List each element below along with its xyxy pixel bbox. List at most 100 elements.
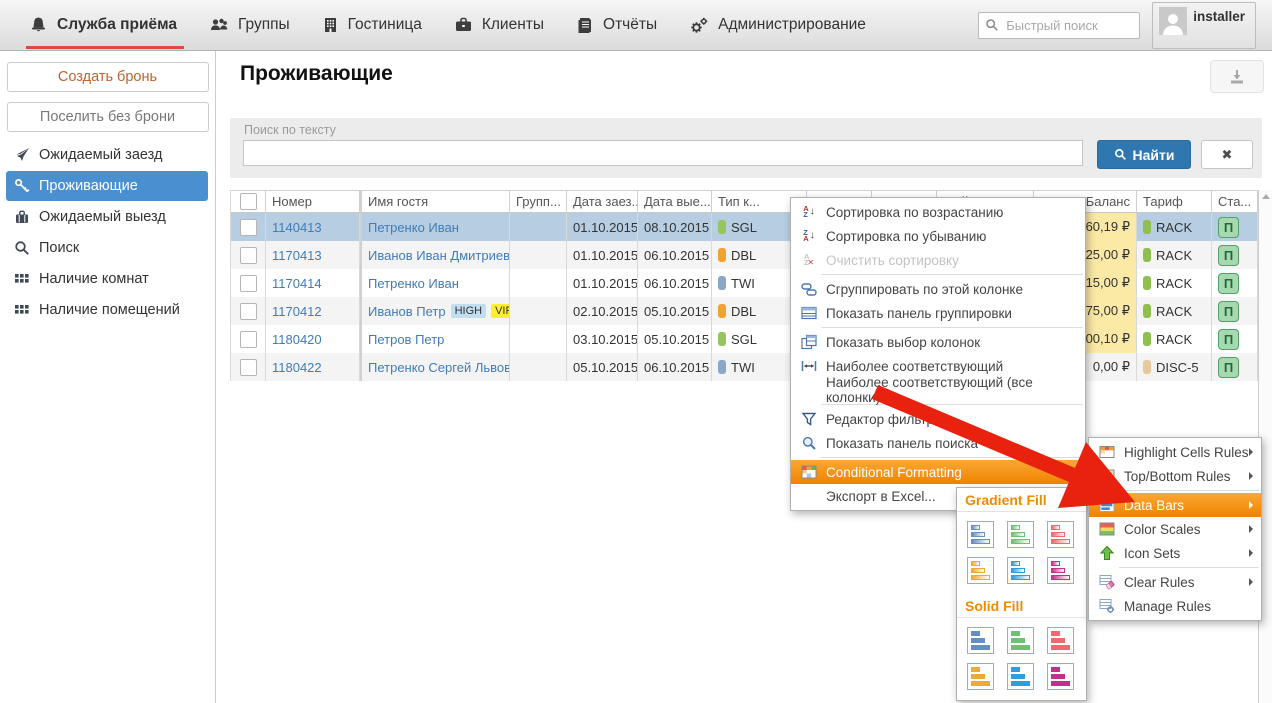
gradient-bar-lightblue-tile[interactable] [1007,557,1034,584]
sidebar-item-premises-availability[interactable]: Наличие помещений [6,295,208,325]
menu-item-show-group-panel[interactable]: Показать панель группировки [791,301,1085,325]
checkbox[interactable] [240,303,257,320]
sidebar-item-expected-departure[interactable]: Ожидаемый выезд [6,202,208,232]
submenu-item-color-scales[interactable]: Color Scales [1089,517,1261,541]
column-header-group[interactable]: Групп... [510,191,567,213]
create-booking-button[interactable]: Создать бронь [7,62,209,92]
solid-bar-blue2-tile[interactable] [1007,663,1034,690]
solid-bar-green-tile[interactable] [1007,627,1034,654]
gradient-bar-green-tile[interactable] [1007,521,1034,548]
user-menu-button[interactable]: installer [1152,2,1256,49]
sidebar-item-search[interactable]: Поиск [6,233,208,263]
submenu-item-clear-rules[interactable]: Clear Rules [1089,570,1261,594]
checkbox[interactable] [240,247,257,264]
select-all-checkbox-cell[interactable] [230,191,266,213]
tab-clients[interactable]: Клиенты [443,0,565,50]
menu-item-sort-descending[interactable]: ZA↓ Сортировка по убыванию [791,224,1085,248]
submenu-item-icon-sets[interactable]: Icon Sets [1089,541,1261,565]
booking-number[interactable]: 1170413 [266,241,360,269]
menu-item-clear-sorting[interactable]: AZ✕ Очистить сортировку [791,248,1085,272]
gradient-bar-magenta-tile[interactable] [1047,557,1074,584]
departure-date: 06.10.2015 [638,353,712,381]
booking-number[interactable]: 1170412 [266,297,360,325]
booking-number[interactable]: 1170414 [266,269,360,297]
submenu-item-manage-rules[interactable]: Manage Rules [1089,594,1261,618]
quick-search-input[interactable] [1004,17,1118,34]
menu-item-best-fit-all-columns[interactable]: Наиболее соответствующий (все колонки) [791,378,1085,402]
row-checkbox-cell[interactable] [230,297,266,325]
sidebar-item-label: Наличие комнат [39,271,149,287]
export-button[interactable] [1210,60,1264,93]
column-header-number[interactable]: Номер [266,191,360,213]
checkbox[interactable] [240,359,257,376]
tab-hotel[interactable]: Гостиница [311,0,443,50]
gradient-bar-blue-tile[interactable] [967,521,994,548]
guest-name[interactable]: Иванов Иван Дмитриевна [360,241,510,269]
text-search-input[interactable] [243,140,1083,166]
tab-groups[interactable]: Группы [198,0,311,50]
tariff-cell: RACK [1137,325,1212,353]
column-header-departure-date[interactable]: Дата вые... [638,191,712,213]
menu-item-group-by-column[interactable]: Сгруппировать по этой колонке [791,277,1085,301]
column-header-status[interactable]: Ста... [1212,191,1258,213]
solid-bar-magenta-tile[interactable] [1047,663,1074,690]
row-checkbox-cell[interactable] [230,269,266,297]
solid-bar-blue-tile[interactable] [967,627,994,654]
menu-item-show-search-panel[interactable]: Показать панель поиска [791,431,1085,455]
guest-name[interactable]: Иванов ПетрHIGHVIP3 [360,297,510,325]
guest-name[interactable]: Петренко Иван [360,213,510,241]
checkbox[interactable] [240,193,257,210]
checkin-without-booking-button[interactable]: Поселить без брони [7,102,209,132]
tab-administration[interactable]: Администрирование [678,0,887,50]
status-cell: П [1212,269,1258,297]
column-header-guest-name[interactable]: Имя гостя [360,191,510,213]
tab-front-desk[interactable]: Служба приёма [18,0,198,50]
checkbox[interactable] [240,275,257,292]
guest-name[interactable]: Петров Петр [360,325,510,353]
booking-number[interactable]: 1180420 [266,325,360,353]
menu-item-sort-ascending[interactable]: AZ↓ Сортировка по возрастанию [791,200,1085,224]
guest-name[interactable]: Петренко Иван [360,269,510,297]
checkbox[interactable] [240,331,257,348]
solid-bar-orange-tile[interactable] [967,663,994,690]
find-button[interactable]: Найти [1097,140,1191,169]
solid-bar-red-tile[interactable] [1047,627,1074,654]
row-checkbox-cell[interactable] [230,213,266,241]
sidebar-item-room-availability[interactable]: Наличие комнат [6,264,208,294]
departure-date: 05.10.2015 [638,297,712,325]
row-checkbox-cell[interactable] [230,325,266,353]
gradient-bar-orange-tile[interactable] [967,557,994,584]
checkbox[interactable] [240,219,257,236]
sidebar-item-expected-arrival[interactable]: Ожидаемый заезд [6,140,208,170]
column-header-arrival-date[interactable]: Дата заез... [567,191,638,213]
table-row[interactable]: 1140413 Петренко Иван 01.10.2015 08.10.2… [230,213,1258,241]
booking-number[interactable]: 1140413 [266,213,360,241]
row-checkbox-cell[interactable] [230,241,266,269]
scroll-up-icon[interactable] [1262,194,1270,199]
gradient-bar-red-tile[interactable] [1047,521,1074,548]
sidebar: Создать бронь Поселить без брони Ожидаем… [0,51,216,703]
tariff-label: RACK [1156,276,1192,291]
booking-number[interactable]: 1180422 [266,353,360,381]
table-row[interactable]: 1170414 Петренко Иван 01.10.2015 06.10.2… [230,269,1258,297]
status-badge: П [1218,329,1239,350]
column-header-tariff[interactable]: Тариф [1137,191,1212,213]
tab-label: Служба приёма [57,16,177,34]
menu-item-conditional-formatting[interactable]: Conditional Formatting [791,460,1085,484]
table-row[interactable]: 1180420 Петров Петр 03.10.2015 05.10.201… [230,325,1258,353]
guest-name[interactable]: Петренко Сергей Львович [360,353,510,381]
menu-item-filter-editor[interactable]: Редактор фильтров... [791,407,1085,431]
table-row[interactable]: 1170413 Иванов Иван Дмитриевна 01.10.201… [230,241,1258,269]
clear-search-button[interactable]: ✖ [1201,140,1253,169]
table-row[interactable]: 1180422 Петренко Сергей Львович 05.10.20… [230,353,1258,381]
menu-item-show-column-chooser[interactable]: Показать выбор колонок [791,330,1085,354]
quick-search-box[interactable] [978,12,1140,39]
sidebar-item-guests-in-house[interactable]: Проживающие [6,171,208,201]
tab-reports[interactable]: Отчёты [565,0,678,50]
row-checkbox-cell[interactable] [230,353,266,381]
submenu-item-data-bars[interactable]: Data Bars [1089,493,1261,517]
submenu-item-highlight-cells-rules[interactable]: Highlight Cells Rules [1089,440,1261,464]
column-context-menu: AZ↓ Сортировка по возрастанию ZA↓ Сортир… [790,197,1086,511]
submenu-item-top-bottom-rules[interactable]: Top/Bottom Rules [1089,464,1261,488]
table-row[interactable]: 1170412 Иванов ПетрHIGHVIP3 02.10.2015 0… [230,297,1258,325]
